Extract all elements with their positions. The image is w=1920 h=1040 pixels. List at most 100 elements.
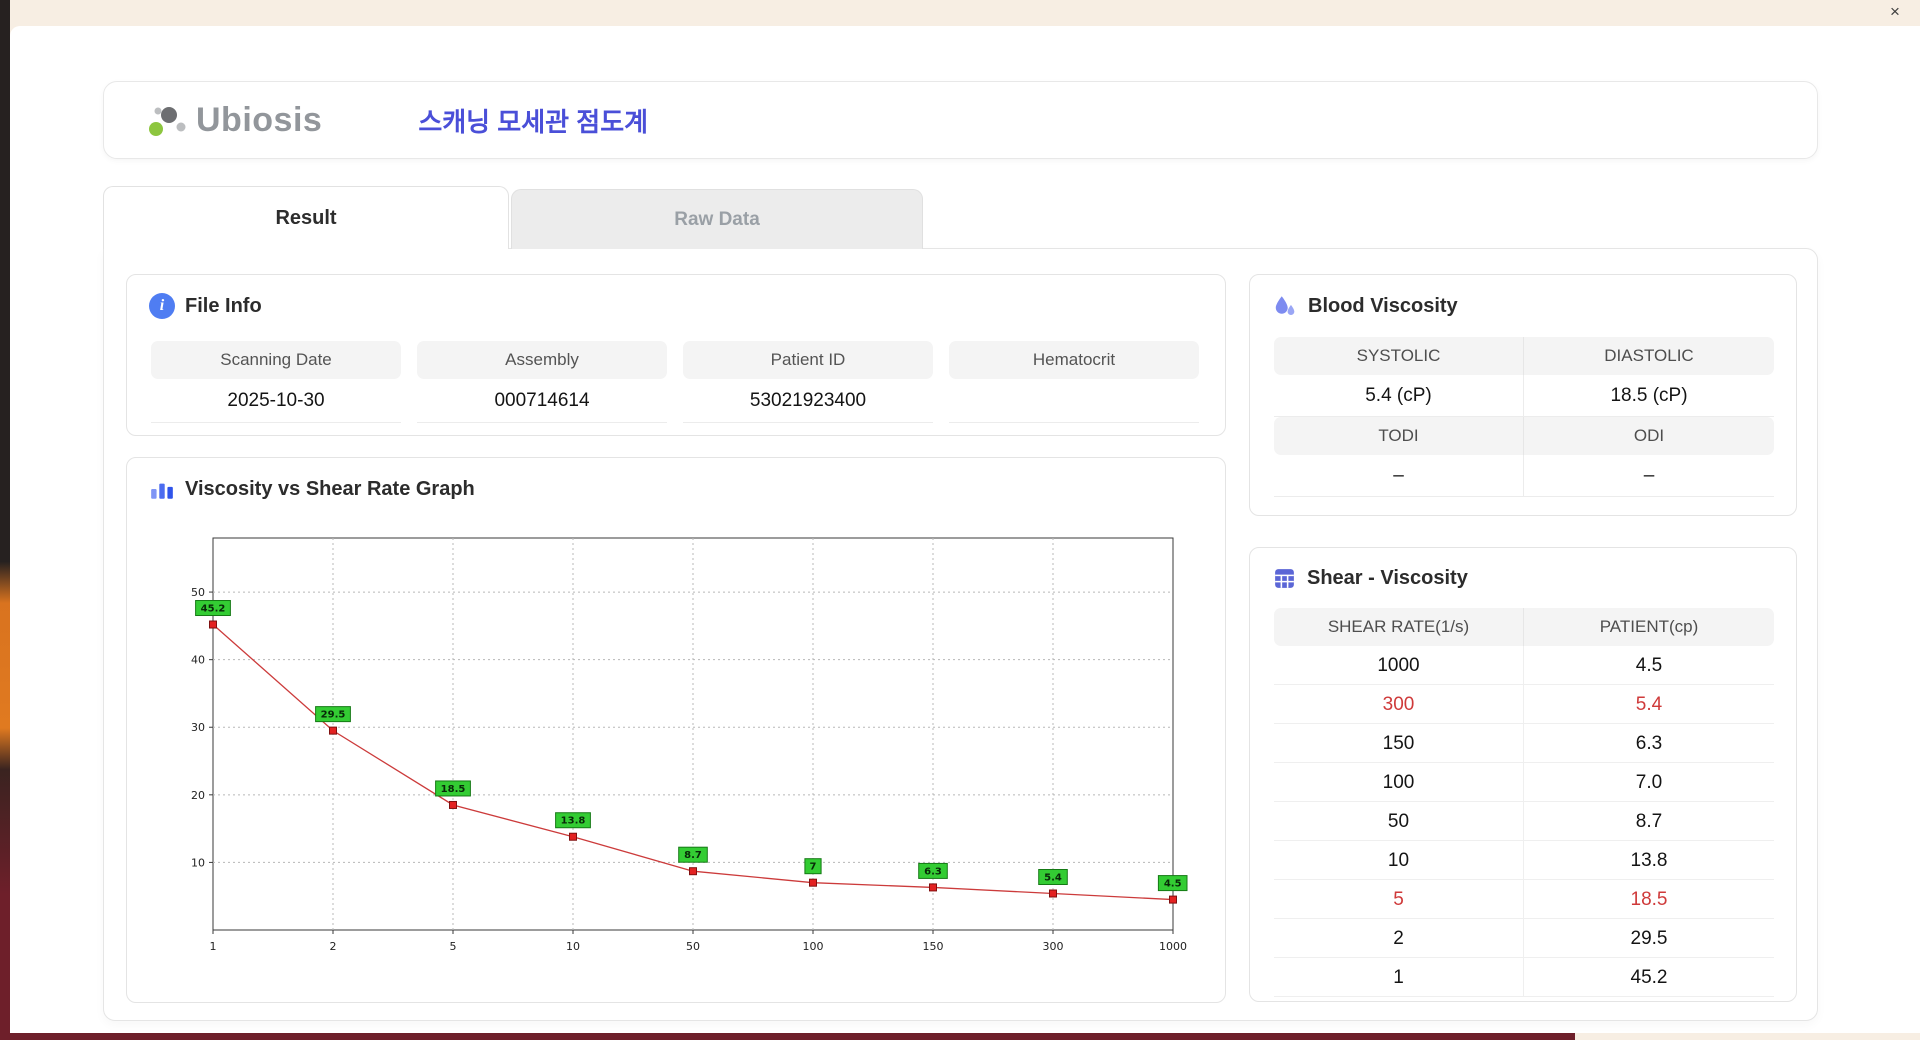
field-value: 2025-10-30	[151, 379, 401, 423]
svg-text:1: 1	[210, 940, 217, 953]
app-title: 스캐닝 모세관 점도계	[418, 106, 649, 137]
rate-cell: 1	[1274, 958, 1524, 997]
field-value	[949, 379, 1199, 423]
systolic-header: SYSTOLIC	[1274, 337, 1524, 375]
graph-header: Viscosity vs Shear Rate Graph	[149, 476, 475, 502]
svg-text:13.8: 13.8	[561, 816, 586, 827]
graph-title: Viscosity vs Shear Rate Graph	[185, 477, 475, 500]
patient-cell: 6.3	[1524, 724, 1774, 763]
svg-text:45.2: 45.2	[201, 604, 226, 615]
field-scanning-date: Scanning Date 2025-10-30	[151, 341, 401, 423]
patient-cell: 29.5	[1524, 919, 1774, 958]
app-header: Ubiosis 스캐닝 모세관 점도계	[103, 81, 1818, 159]
info-icon: i	[149, 293, 175, 319]
systolic-value: 5.4 (cP)	[1274, 375, 1524, 417]
diastolic-header: DIASTOLIC	[1524, 337, 1774, 375]
field-label: Scanning Date	[151, 341, 401, 379]
field-hematocrit: Hematocrit	[949, 341, 1199, 423]
table-row: 10 13.8	[1274, 841, 1774, 880]
background-left-edge	[0, 0, 10, 1040]
svg-text:6.3: 6.3	[924, 866, 942, 877]
svg-text:5: 5	[450, 940, 457, 953]
svg-text:50: 50	[686, 940, 700, 953]
field-value: 000714614	[417, 379, 667, 423]
rate-cell: 5	[1274, 880, 1524, 919]
ubiosis-logo: Ubiosis	[144, 99, 322, 141]
table-row: 100 7.0	[1274, 763, 1774, 802]
blood-viscosity-header: Blood Viscosity	[1272, 293, 1458, 319]
svg-text:30: 30	[191, 721, 205, 734]
rate-cell: 150	[1274, 724, 1524, 763]
shear-rate-column-header: SHEAR RATE(1/s)	[1274, 608, 1524, 646]
svg-text:10: 10	[566, 940, 580, 953]
svg-text:29.5: 29.5	[321, 710, 346, 721]
table-row: – –	[1274, 455, 1774, 497]
patient-cell: 18.5	[1524, 880, 1774, 919]
tab-result[interactable]: Result	[103, 186, 509, 249]
bar-chart-icon	[151, 483, 173, 499]
viscosity-chart: 10 20 30 40 50 1 2 5 10 50 100 150 300 1000 45.2 29.5 18…	[165, 522, 1189, 984]
svg-text:1000: 1000	[1159, 940, 1187, 953]
rate-cell: 2	[1274, 919, 1524, 958]
shear-viscosity-card: Shear - Viscosity SHEAR RATE(1/s) PATIEN…	[1249, 547, 1797, 1002]
todi-value: –	[1274, 455, 1524, 497]
field-assembly: Assembly 000714614	[417, 341, 667, 423]
field-label: Hematocrit	[949, 341, 1199, 379]
patient-cell: 4.5	[1524, 646, 1774, 685]
shear-viscosity-header: Shear - Viscosity	[1272, 566, 1468, 591]
svg-text:300: 300	[1043, 940, 1064, 953]
viscosity-chart-svg: 10 20 30 40 50 1 2 5 10 50 100 150 300 1000 45.2 29.5 18…	[191, 537, 1188, 953]
patient-cell: 45.2	[1524, 958, 1774, 997]
rate-cell: 1000	[1274, 646, 1524, 685]
field-patient-id: Patient ID 53021923400	[683, 341, 933, 423]
svg-text:50: 50	[191, 586, 205, 599]
table-row: 150 6.3	[1274, 724, 1774, 763]
table-row: 50 8.7	[1274, 802, 1774, 841]
field-label: Patient ID	[683, 341, 933, 379]
table-row: SYSTOLIC DIASTOLIC	[1274, 337, 1774, 375]
app-window: Ubiosis 스캐닝 모세관 점도계 Result Raw Data i Fi…	[10, 26, 1920, 1033]
svg-text:40: 40	[191, 654, 205, 667]
svg-text:5.4: 5.4	[1044, 873, 1062, 884]
svg-text:20: 20	[191, 789, 205, 802]
svg-text:8.7: 8.7	[684, 850, 702, 861]
table-row: 1000 4.5	[1274, 646, 1774, 685]
logo-text: Ubiosis	[196, 100, 323, 139]
blood-viscosity-card: Blood Viscosity SYSTOLIC DIASTOLIC 5.4 (…	[1249, 274, 1797, 516]
blood-viscosity-table: SYSTOLIC DIASTOLIC 5.4 (cP) 18.5 (cP) TO…	[1274, 337, 1774, 497]
field-label: Assembly	[417, 341, 667, 379]
table-row: TODI ODI	[1274, 417, 1774, 455]
todi-header: TODI	[1274, 417, 1524, 455]
patient-cell: 13.8	[1524, 841, 1774, 880]
rate-cell: 50	[1274, 802, 1524, 841]
table-grid-icon	[1275, 569, 1294, 588]
file-info-header: i File Info	[149, 293, 262, 319]
diastolic-value: 18.5 (cP)	[1524, 375, 1774, 417]
background-bottom-edge	[0, 1033, 1575, 1040]
rate-cell: 300	[1274, 685, 1524, 724]
odi-header: ODI	[1524, 417, 1774, 455]
patient-cell: 8.7	[1524, 802, 1774, 841]
file-info-card: i File Info Scanning Date 2025-10-30 Ass…	[126, 274, 1226, 436]
tab-raw-data[interactable]: Raw Data	[511, 189, 923, 249]
rate-cell: 10	[1274, 841, 1524, 880]
svg-text:7: 7	[810, 862, 817, 873]
main-panel: i File Info Scanning Date 2025-10-30 Ass…	[103, 248, 1818, 1021]
table-row: 5 18.5	[1274, 880, 1774, 919]
patient-cell: 7.0	[1524, 763, 1774, 802]
table-row: 5.4 (cP) 18.5 (cP)	[1274, 375, 1774, 417]
svg-text:18.5: 18.5	[441, 784, 466, 795]
file-info-fields: Scanning Date 2025-10-30 Assembly 000714…	[151, 341, 1199, 423]
odi-value: –	[1524, 455, 1774, 497]
blood-viscosity-title: Blood Viscosity	[1308, 294, 1458, 317]
table-row: 300 5.4	[1274, 685, 1774, 724]
droplets-icon	[1275, 296, 1295, 315]
file-info-title: File Info	[185, 294, 262, 317]
rate-cell: 100	[1274, 763, 1524, 802]
table-header-row: SHEAR RATE(1/s) PATIENT(cp)	[1274, 608, 1774, 646]
close-button[interactable]: ×	[1884, 1, 1906, 23]
svg-text:100: 100	[803, 940, 824, 953]
svg-text:4.5: 4.5	[1164, 879, 1182, 890]
patient-column-header: PATIENT(cp)	[1524, 608, 1774, 646]
patient-cell: 5.4	[1524, 685, 1774, 724]
